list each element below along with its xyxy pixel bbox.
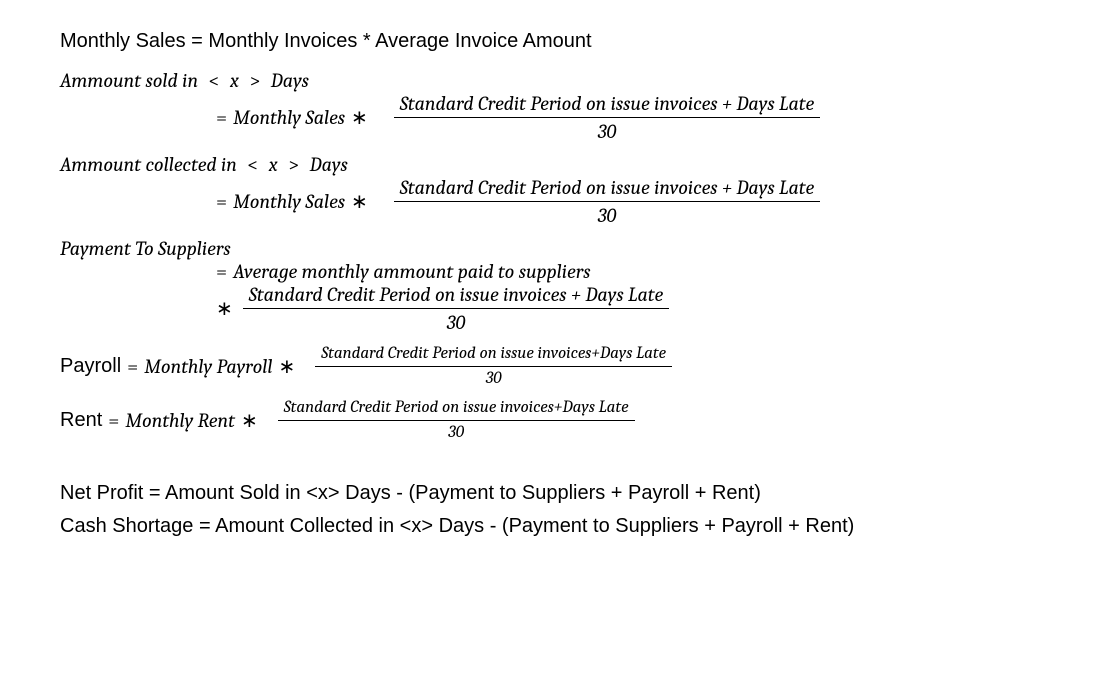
eq2-den: 30 xyxy=(598,202,617,227)
eq5-monthly: Monthly Rent xyxy=(125,409,235,432)
eq2-fraction: Standard Credit Period on issue invoices… xyxy=(394,176,820,227)
eq1-den: 30 xyxy=(598,118,617,143)
eq2-eq: = xyxy=(216,190,227,213)
eq3-num: Standard Credit Period on issue invoices… xyxy=(243,283,669,309)
equation-amount-sold: Ammount sold in < x > Days = Monthly Sal… xyxy=(60,69,1035,143)
eq2-x: x xyxy=(264,153,282,176)
eq5-mult: ∗ xyxy=(241,409,258,432)
eq1-rhs: = Monthly Sales ∗ Standard Credit Period… xyxy=(60,92,1035,143)
eq1-lt: < xyxy=(208,69,219,92)
eq3-line2: ∗ Standard Credit Period on issue invoic… xyxy=(60,283,1035,334)
eq2-mult: ∗ xyxy=(351,190,368,213)
eq5-den: 30 xyxy=(448,421,464,443)
eq1-mult: ∗ xyxy=(351,106,368,129)
eq5-eq: = xyxy=(108,409,119,432)
eq5-num: Standard Credit Period on issue invoices… xyxy=(278,398,635,421)
eq3-line1: = Average monthly ammount paid to suppli… xyxy=(60,260,1035,283)
eq2-lhs: Ammount collected in < x > Days xyxy=(60,153,1035,176)
eq1-eq: = xyxy=(216,106,227,129)
eq3-mult: ∗ xyxy=(216,297,233,320)
line-monthly-sales: Monthly Sales = Monthly Invoices * Avera… xyxy=(60,30,1035,53)
eq4-den: 30 xyxy=(486,367,502,389)
eq2-rhs: = Monthly Sales ∗ Standard Credit Period… xyxy=(60,176,1035,227)
eq4-eq: = xyxy=(127,355,138,378)
equation-rent: Rent = Monthly Rent ∗ Standard Credit Pe… xyxy=(60,398,1035,442)
eq4-fraction: Standard Credit Period on issue invoices… xyxy=(315,344,672,388)
eq4-label: Payroll xyxy=(60,355,121,378)
eq4-math: = Monthly Payroll ∗ Standard Credit Peri… xyxy=(121,344,676,388)
eq2-num: Standard Credit Period on issue invoices… xyxy=(394,176,820,202)
line-cash-shortage: Cash Shortage = Amount Collected in <x> … xyxy=(60,515,1035,538)
eq3-den: 30 xyxy=(447,309,466,334)
eq2-monthly-sales: Monthly Sales xyxy=(233,190,345,213)
eq5-fraction: Standard Credit Period on issue invoices… xyxy=(278,398,635,442)
eq1-fraction: Standard Credit Period on issue invoices… xyxy=(394,92,820,143)
eq4-mult: ∗ xyxy=(278,355,295,378)
equation-payment-suppliers: Payment To Suppliers = Average monthly a… xyxy=(60,237,1035,334)
eq3-avg: Average monthly ammount paid to supplier… xyxy=(233,260,590,283)
eq1-lhs-pre: Ammount sold in xyxy=(60,69,202,92)
eq3-eq: = xyxy=(216,260,227,283)
eq2-lhs-pre: Ammount collected in xyxy=(60,153,241,176)
eq1-num: Standard Credit Period on issue invoices… xyxy=(394,92,820,118)
eq2-lt: < xyxy=(247,153,258,176)
eq3-lhs: Payment To Suppliers xyxy=(60,237,1035,260)
eq2-gt: > xyxy=(288,153,299,176)
eq4-num: Standard Credit Period on issue invoices… xyxy=(315,344,672,367)
eq3-fraction: Standard Credit Period on issue invoices… xyxy=(243,283,669,334)
equation-amount-collected: Ammount collected in < x > Days = Monthl… xyxy=(60,153,1035,227)
eq5-math: = Monthly Rent ∗ Standard Credit Period … xyxy=(102,398,638,442)
eq1-lhs-post: Days xyxy=(266,69,309,92)
eq4-monthly: Monthly Payroll xyxy=(144,355,272,378)
eq1-monthly-sales: Monthly Sales xyxy=(233,106,345,129)
eq1-lhs: Ammount sold in < x > Days xyxy=(60,69,1035,92)
eq5-label: Rent xyxy=(60,409,102,432)
line-net-profit: Net Profit = Amount Sold in <x> Days - (… xyxy=(60,482,1035,505)
eq2-lhs-post: Days xyxy=(305,153,348,176)
eq1-gt: > xyxy=(249,69,260,92)
eq1-x: x xyxy=(226,69,244,92)
equation-payroll: Payroll = Monthly Payroll ∗ Standard Cre… xyxy=(60,344,1035,388)
